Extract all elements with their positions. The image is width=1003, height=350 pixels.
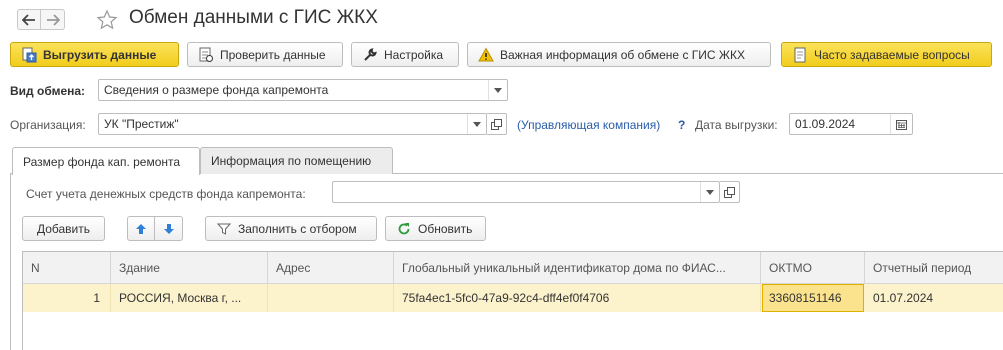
organization-label: Организация: — [10, 118, 86, 132]
filter-icon — [216, 221, 232, 237]
add-button[interactable]: Добавить — [22, 216, 105, 241]
exchange-type-select[interactable]: Сведения о размере фонда капремонта — [98, 79, 508, 101]
important-info-label: Важная информация об обмене с ГИС ЖКХ — [500, 47, 745, 62]
upload-date-value: 01.09.2024 — [795, 117, 856, 131]
help-mark[interactable]: ? — [678, 118, 685, 132]
tab-capital-repair-fund[interactable]: Размер фонда кап. ремонта — [12, 147, 200, 175]
organization-value: УК "Престиж" — [104, 117, 179, 131]
warning-icon — [478, 46, 494, 63]
chevron-down-icon[interactable] — [700, 182, 719, 202]
cell-fias-guid[interactable]: 75fa4ec1-5fc0-47a9-92c4-dff4ef0f4706 — [394, 284, 761, 312]
arrow-left-icon — [22, 13, 35, 26]
account-label: Счет учета денежных средств фонда капрем… — [26, 187, 306, 201]
add-label: Добавить — [36, 221, 91, 236]
tab-label: Размер фонда кап. ремонта — [23, 154, 181, 169]
cell-period[interactable]: 01.07.2024 — [865, 284, 1003, 312]
star-icon[interactable] — [96, 9, 118, 31]
window-title: Обмен данными с ГИС ЖКХ — [129, 7, 378, 28]
chevron-down-icon[interactable] — [488, 80, 507, 100]
faq-label: Часто задаваемые вопросы — [814, 47, 970, 62]
column-header-oktmo[interactable]: ОКТМО — [761, 252, 865, 284]
important-info-button[interactable]: Важная информация об обмене с ГИС ЖКХ — [467, 42, 771, 67]
fill-with-filter-label: Заполнить с отбором — [238, 221, 357, 236]
exchange-type-value: Сведения о размере фонда капремонта — [104, 83, 329, 97]
cell-address[interactable] — [268, 284, 394, 312]
forward-button[interactable] — [41, 9, 65, 30]
check-data-button[interactable]: Проверить данные — [187, 42, 343, 67]
cell-building[interactable]: РОССИЯ, Москва г, ... — [111, 284, 268, 312]
arrow-right-icon — [46, 13, 60, 26]
exchange-type-label: Вид обмена: — [10, 84, 86, 98]
refresh-icon — [396, 221, 412, 237]
column-header-n[interactable]: N — [23, 252, 111, 284]
column-header-building[interactable]: Здание — [111, 252, 268, 284]
upload-date-field[interactable]: 01.09.2024 — [789, 113, 913, 135]
open-in-window-icon — [491, 118, 502, 130]
account-open-button[interactable] — [720, 181, 740, 203]
check-data-label: Проверить данные — [220, 47, 326, 62]
org-role-link[interactable]: (Управляющая компания) — [517, 118, 660, 132]
tab-label: Информация по помещению — [211, 154, 372, 168]
faq-button[interactable]: Часто задаваемые вопросы — [781, 42, 992, 67]
move-down-button[interactable] — [155, 216, 183, 241]
upload-data-label: Выгрузить данные — [43, 47, 157, 62]
tab-pane-border — [10, 173, 11, 350]
table-row[interactable]: 1 РОССИЯ, Москва г, ... 75fa4ec1-5fc0-47… — [23, 284, 1003, 312]
refresh-label: Обновить — [418, 221, 473, 236]
settings-label: Настройка — [384, 47, 444, 62]
column-header-period[interactable]: Отчетный период — [865, 252, 1003, 284]
fill-with-filter-button[interactable]: Заполнить с отбором — [205, 216, 377, 241]
cell-oktmo[interactable]: 33608151146 — [762, 284, 864, 312]
faq-document-icon — [792, 47, 808, 63]
chevron-down-icon[interactable] — [467, 114, 486, 134]
tab-premises-info[interactable]: Информация по помещению — [200, 147, 393, 174]
arrow-up-icon — [136, 223, 146, 234]
table-header: N Здание Адрес Глобальный уникальный иде… — [23, 252, 1003, 284]
column-header-address[interactable]: Адрес — [268, 252, 394, 284]
back-button[interactable] — [17, 9, 41, 30]
column-header-fias-guid[interactable]: Глобальный уникальный идентификатор дома… — [394, 252, 761, 284]
wrench-icon — [362, 47, 378, 63]
upload-date-label: Дата выгрузки: — [695, 118, 778, 132]
cell-n[interactable]: 1 — [23, 284, 111, 312]
organization-open-button[interactable] — [487, 113, 507, 135]
check-document-icon — [198, 47, 214, 63]
upload-data-button[interactable]: Выгрузить данные — [10, 42, 179, 67]
upload-icon — [21, 47, 37, 63]
move-up-button[interactable] — [127, 216, 155, 241]
calendar-icon[interactable] — [890, 114, 912, 134]
data-table[interactable]: N Здание Адрес Глобальный уникальный иде… — [22, 251, 1003, 350]
open-in-window-icon — [724, 186, 735, 198]
refresh-button[interactable]: Обновить — [385, 216, 486, 241]
arrow-down-icon — [163, 223, 174, 234]
account-field[interactable] — [332, 181, 720, 203]
organization-field[interactable]: УК "Престиж" — [98, 113, 487, 135]
settings-button[interactable]: Настройка — [351, 42, 459, 67]
